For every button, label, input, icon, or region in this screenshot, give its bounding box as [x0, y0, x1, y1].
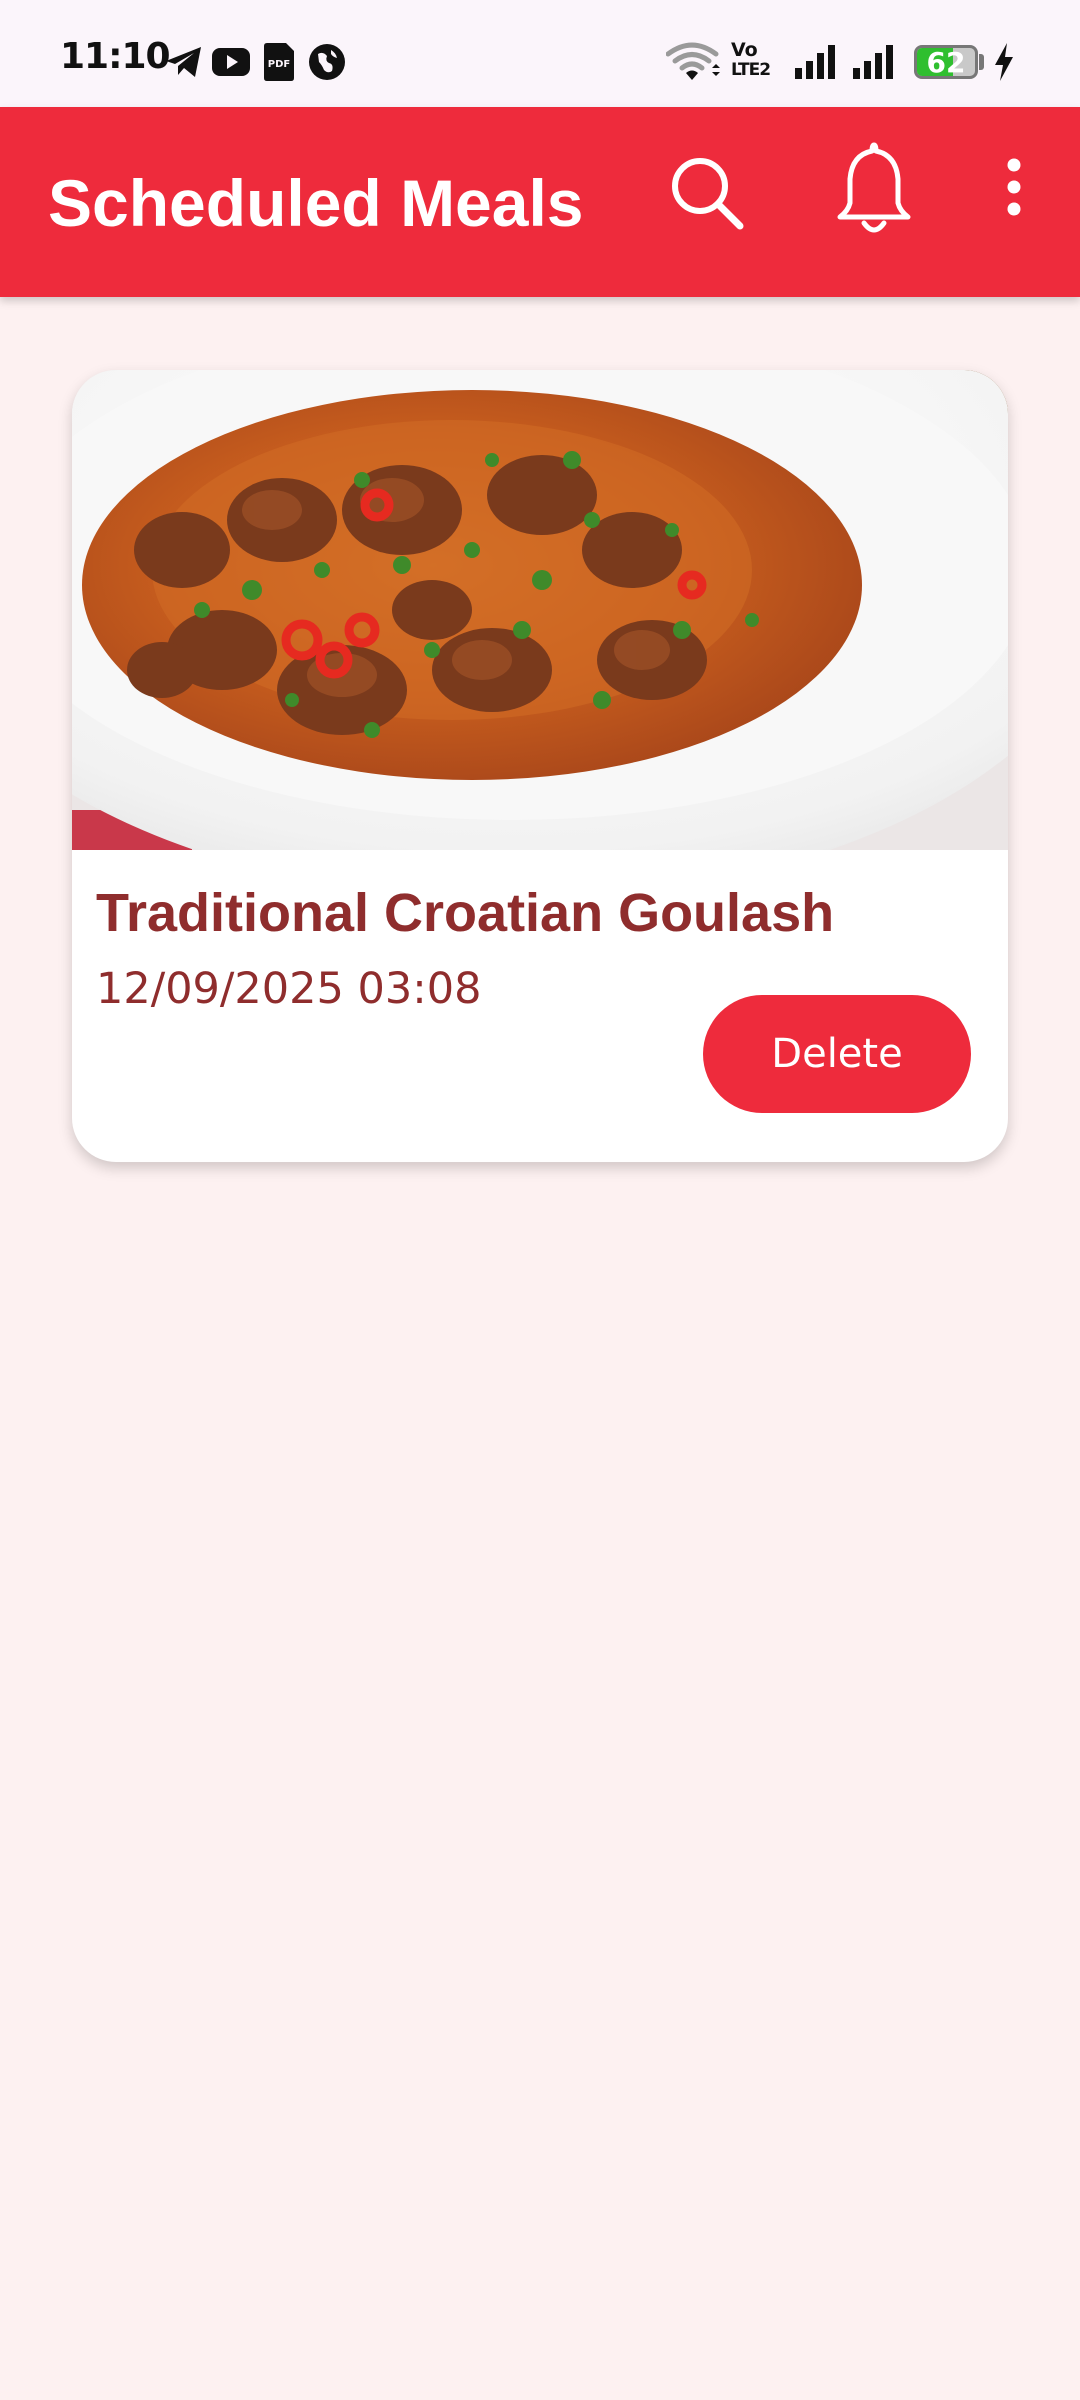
- battery-cap: [979, 54, 984, 70]
- volte-icon: Vo LTE2: [731, 40, 779, 84]
- scheduled-meals-screen: 11:10 PDF Vo LTE2 62 Scheduled Meals Tra…: [0, 0, 1080, 2400]
- pdf-icon: PDF: [264, 43, 294, 81]
- svg-text:PDF: PDF: [268, 59, 290, 70]
- search-button[interactable]: [660, 145, 756, 241]
- status-bar: 11:10 PDF Vo LTE2 62: [0, 0, 1080, 107]
- delete-button[interactable]: Delete: [703, 995, 971, 1113]
- status-time: 11:10: [60, 36, 171, 77]
- bell-icon: [837, 142, 911, 233]
- meal-datetime: 12/09/2025 03:08: [96, 964, 482, 1014]
- signal-icon: [795, 45, 835, 79]
- volte-line2: LTE2: [731, 60, 771, 80]
- vpn-icon: [309, 44, 345, 80]
- signal-icon: [853, 45, 893, 79]
- charging-icon: [995, 43, 1013, 81]
- meal-card[interactable]: Traditional Croatian Goulash 12/09/2025 …: [72, 370, 1008, 1162]
- wifi-icon: [666, 42, 720, 80]
- meal-image: [72, 370, 1008, 850]
- notifications-button[interactable]: [826, 137, 922, 247]
- app-bar: Scheduled Meals: [0, 107, 1080, 297]
- battery-level: 62: [926, 46, 966, 79]
- meal-title: Traditional Croatian Goulash: [96, 883, 835, 943]
- search-icon: [672, 158, 744, 230]
- battery-icon: 62: [914, 45, 978, 79]
- volte-line1: Vo: [731, 39, 758, 61]
- telegram-icon: [166, 47, 201, 77]
- page-title: Scheduled Meals: [48, 166, 584, 240]
- more-vert-icon: [1007, 158, 1021, 216]
- more-options-button[interactable]: [994, 151, 1034, 231]
- youtube-icon: [212, 48, 250, 76]
